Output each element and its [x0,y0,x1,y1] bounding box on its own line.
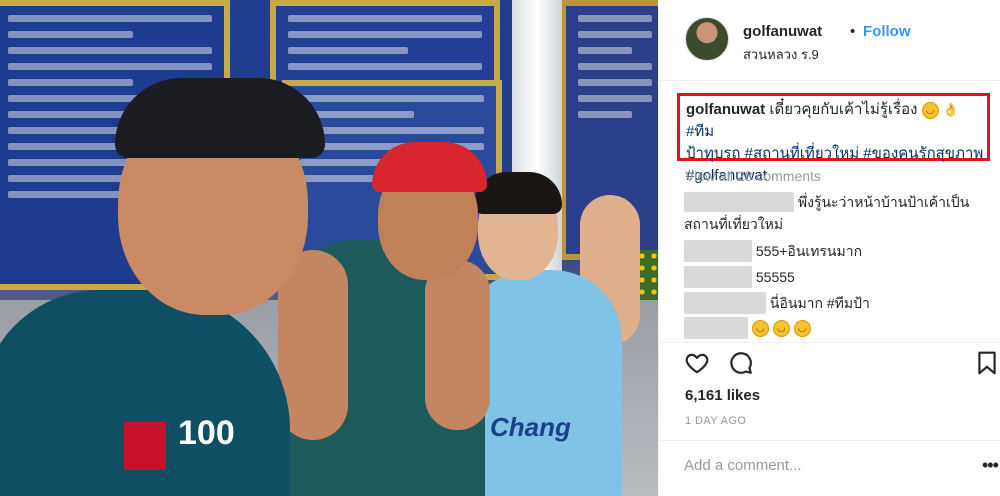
post-header: golfanuwat • Follow สวนหลวง ร.9 [685,17,985,65]
shirt-logo [124,422,166,470]
post-photo[interactable]: Chang 100 [0,0,658,496]
grin-emoji-icon: ◡ [751,319,769,337]
comment-text: 555+อินเทรนมาก [755,242,863,259]
person-hair [474,172,562,214]
ok-hand-emoji-icon: 👌 [942,102,959,117]
likes-count[interactable]: 6,161 likes [685,387,760,404]
avatar[interactable] [685,17,729,61]
view-all-comments-link[interactable]: View all 28 comments [685,168,821,184]
blurred-username[interactable] [684,266,752,289]
black-cap [115,78,325,158]
more-options-icon[interactable]: ••• [982,455,999,476]
action-bar [684,350,996,378]
comment-text: พึ่งรู้นะว่าหน้าบ้านป้าเค้าเป็น [797,193,970,210]
comment-item: 55555 [684,266,795,289]
comment-icon[interactable] [728,350,754,376]
post-timestamp[interactable]: 1 DAY AGO [685,415,746,427]
caption-author-link[interactable]: golfanuwat [686,101,765,118]
grin-emoji-icon: ◡ [793,319,811,337]
comment-text: สถานที่เที่ยวใหม่ [684,215,784,232]
bookmark-icon[interactable] [974,350,1000,376]
comment-text: นี่อินมาก #ทีมป้า [769,294,870,311]
header-divider [658,80,1000,81]
person-arm [425,260,490,430]
hashtag-link[interactable]: ป้าทุบรถ #สถานที่เที่ยวใหม่ #ของคนรักสุข… [686,145,983,162]
comment-text: 55555 [755,268,795,285]
hashtag-link[interactable]: #ทีม [686,123,714,140]
username-link[interactable]: golfanuwat [743,23,822,40]
comment-item: 555+อินเทรนมาก [684,240,863,263]
jersey-number: 100 [178,414,235,452]
separator-dot: • [850,23,856,40]
location-link[interactable]: สวนหลวง ร.9 [743,44,819,65]
blurred-username[interactable] [684,240,752,263]
grin-emoji-icon: ◡ [772,319,790,337]
comment-item: ◡ ◡ ◡ [684,317,811,340]
red-cap [372,142,487,192]
comment-divider [658,440,1000,441]
add-comment-input[interactable]: Add a comment... [684,457,802,474]
shirt-brand-text: Chang [490,412,571,442]
grin-emoji-icon: ◡ [921,101,939,119]
blurred-username[interactable] [684,317,748,340]
comment-item: นี่อินมาก #ทีมป้า [684,292,870,315]
actions-divider [658,342,1000,343]
follow-button[interactable]: Follow [863,23,911,40]
heart-icon[interactable] [684,350,710,376]
blurred-username[interactable] [684,292,766,315]
caption-text: เดี๋ยวคุยกับเค้าไม่รู้เรื่อง [765,101,918,118]
blurred-username[interactable] [684,192,794,213]
comment-item: พึ่งรู้นะว่าหน้าบ้านป้าเค้าเป็น สถานที่เ… [684,191,984,235]
